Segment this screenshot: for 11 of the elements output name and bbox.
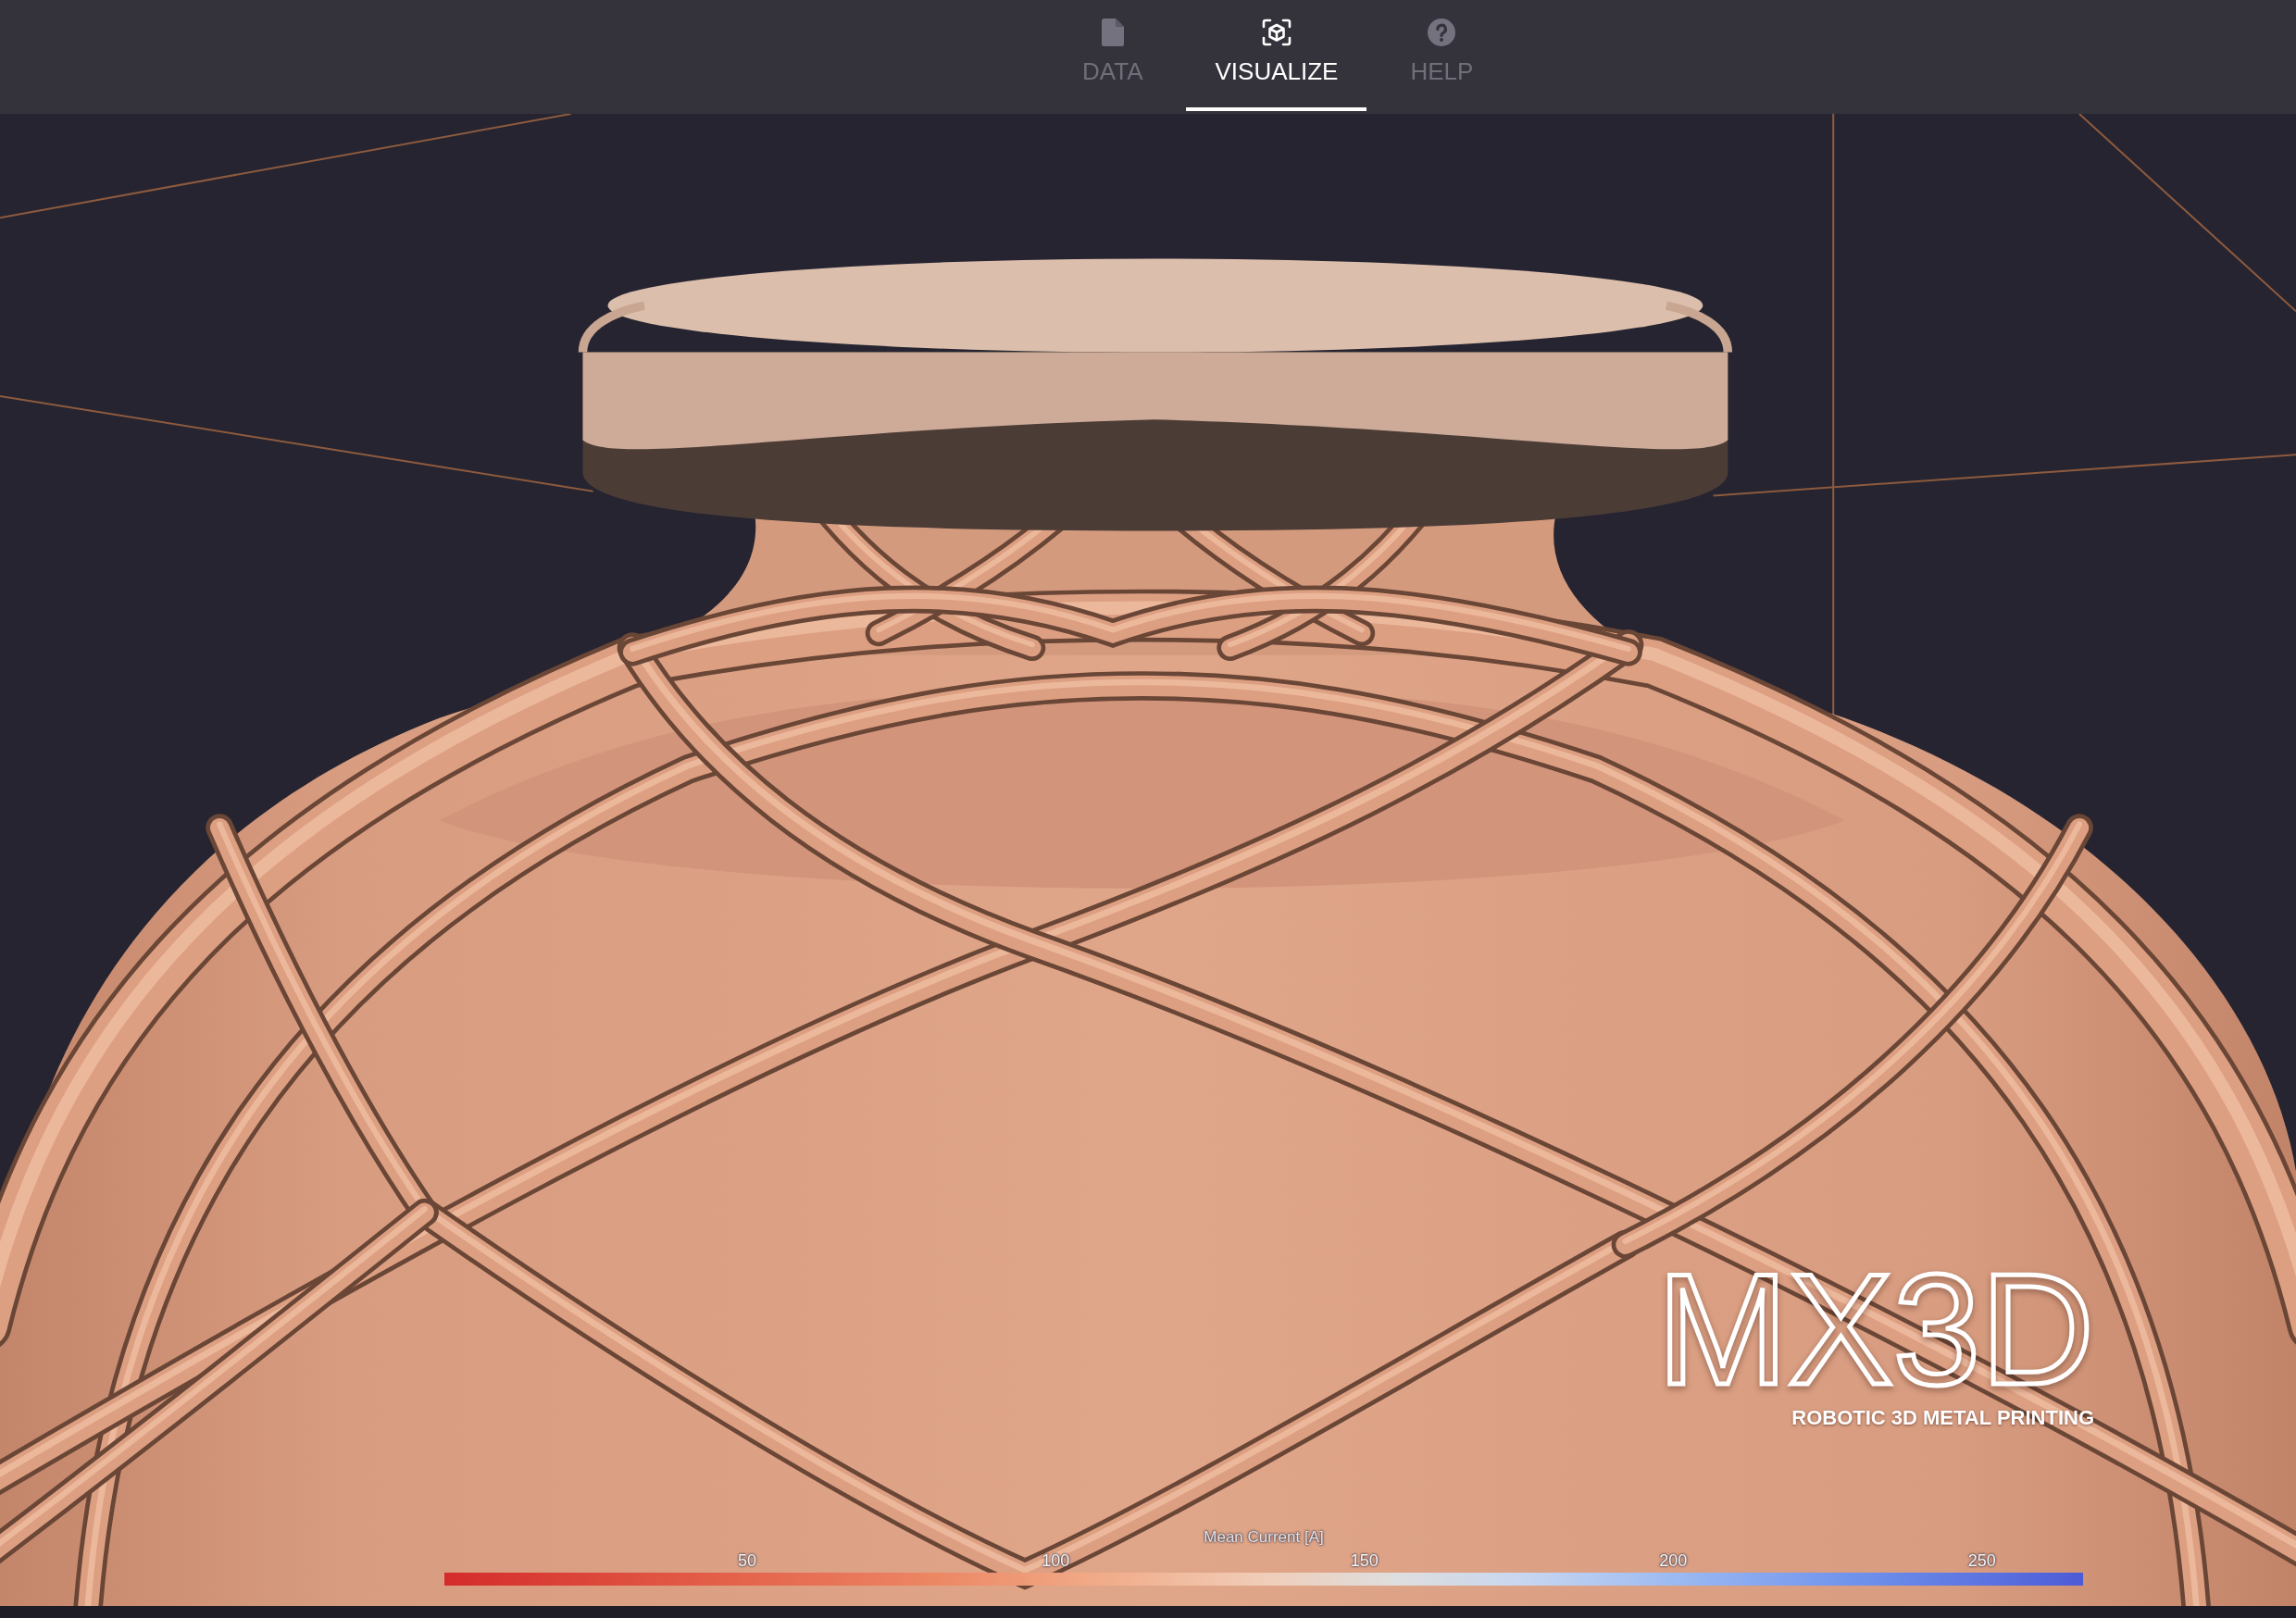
color-scale-tick-label: 50 <box>737 1552 756 1569</box>
color-scale-title: Mean Current [A] <box>1204 1529 1324 1545</box>
tab[interactable]: HELP <box>1381 0 1503 111</box>
color-scale-tick-label: 100 <box>1042 1552 1070 1569</box>
document-icon <box>1101 19 1124 46</box>
color-scale-tick-label: 150 <box>1350 1552 1379 1569</box>
cube-icon <box>1261 19 1292 46</box>
help-icon <box>1428 19 1456 46</box>
color-scale-tick-label: 200 <box>1659 1552 1688 1569</box>
tab[interactable]: DATA <box>1054 0 1172 111</box>
color-scale-tick-label: 250 <box>1967 1552 1996 1569</box>
